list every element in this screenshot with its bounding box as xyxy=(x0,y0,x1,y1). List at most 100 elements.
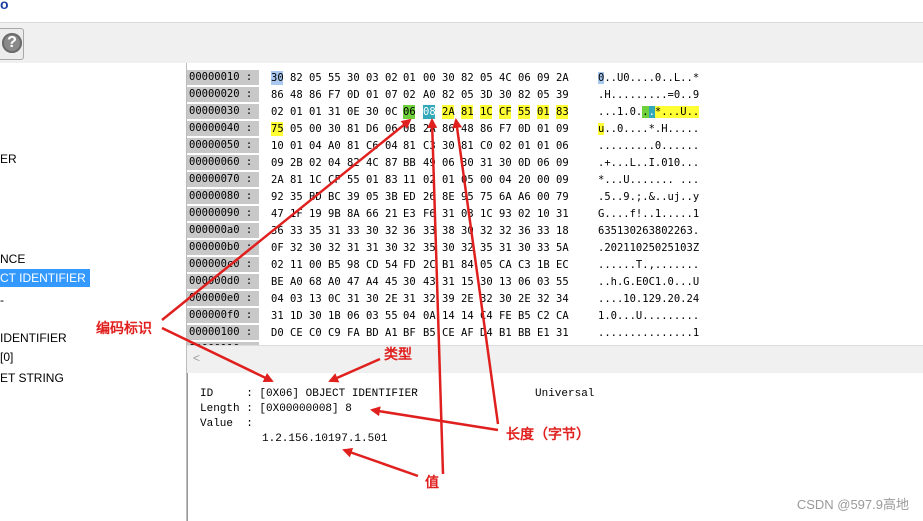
hex-byte[interactable]: 06 xyxy=(518,71,531,85)
hex-byte[interactable]: 04 xyxy=(403,309,416,323)
hex-byte[interactable]: FE xyxy=(499,309,512,323)
hex-byte[interactable]: D4 xyxy=(480,326,493,340)
hex-byte[interactable]: 30 xyxy=(480,275,493,289)
hex-byte[interactable]: 83 xyxy=(556,105,569,119)
hex-byte[interactable]: 34 xyxy=(556,292,569,306)
hex-byte[interactable]: 00 xyxy=(309,122,322,136)
hex-byte[interactable]: 82 xyxy=(518,88,531,102)
hex-byte[interactable]: BF xyxy=(403,326,416,340)
hex-byte[interactable]: 1C xyxy=(309,173,322,187)
hex-byte[interactable]: 0F xyxy=(271,241,284,255)
hex-byte[interactable]: 05 xyxy=(461,173,474,187)
hex-byte[interactable]: 81 xyxy=(461,139,474,153)
hex-byte[interactable]: 18 xyxy=(556,224,569,238)
hex-byte[interactable]: 54 xyxy=(385,258,398,272)
hex-byte[interactable]: E3 xyxy=(403,207,416,221)
hex-byte[interactable]: 01 xyxy=(366,173,379,187)
hex-byte[interactable]: 05 xyxy=(480,258,493,272)
tree-node[interactable]: ER xyxy=(0,150,17,168)
hex-byte[interactable]: 09 xyxy=(556,173,569,187)
hex-byte[interactable]: 33 xyxy=(347,224,360,238)
hex-byte[interactable]: 05 xyxy=(366,190,379,204)
hex-byte[interactable]: 86 xyxy=(271,88,284,102)
hex-byte[interactable]: 39 xyxy=(556,88,569,102)
hex-byte[interactable]: 05 xyxy=(537,88,550,102)
hex-byte[interactable]: 0B xyxy=(403,122,416,136)
hex-byte[interactable]: 31 xyxy=(347,241,360,255)
hex-byte[interactable]: 81 xyxy=(347,139,360,153)
hex-byte[interactable]: 32 xyxy=(385,224,398,238)
hex-byte[interactable]: 30 xyxy=(328,122,341,136)
hex-byte[interactable]: B5 xyxy=(423,326,436,340)
hex-byte[interactable]: 47 xyxy=(271,207,284,221)
hex-byte[interactable]: 02 xyxy=(423,173,436,187)
hex-byte[interactable]: 31 xyxy=(499,241,512,255)
hex-byte[interactable]: 9B xyxy=(328,207,341,221)
hex-byte[interactable]: 00 xyxy=(480,173,493,187)
hex-byte[interactable]: 30 xyxy=(366,292,379,306)
hex-byte[interactable]: 55 xyxy=(328,71,341,85)
hex-byte[interactable]: 93 xyxy=(499,207,512,221)
hex-byte[interactable]: 75 xyxy=(480,190,493,204)
hex-byte[interactable]: 92 xyxy=(271,190,284,204)
tree-node[interactable]: NCE xyxy=(0,250,25,268)
hex-byte[interactable]: B1 xyxy=(442,258,455,272)
hex-byte[interactable]: 30 xyxy=(461,156,474,170)
hex-byte[interactable]: 86 xyxy=(480,122,493,136)
hex-byte[interactable]: 08 xyxy=(423,105,436,119)
hex-byte[interactable]: F6 xyxy=(423,207,436,221)
hex-byte[interactable]: 06 xyxy=(442,156,455,170)
hex-byte[interactable]: CF xyxy=(499,105,512,119)
hex-byte[interactable]: C6 xyxy=(366,139,379,153)
asn1-tree-pane[interactable]: ER NCE CT IDENTIFIER - IDENTIFIER [0] ET STRI… xyxy=(0,63,187,521)
hex-byte[interactable]: 31 xyxy=(556,207,569,221)
tree-node[interactable]: CT IDENTIFIER xyxy=(0,269,90,287)
hex-byte[interactable]: 48 xyxy=(461,122,474,136)
hex-byte[interactable]: 84 xyxy=(461,258,474,272)
hex-byte[interactable]: CF xyxy=(328,173,341,187)
hex-byte[interactable]: 30 xyxy=(499,292,512,306)
hex-byte[interactable]: 03 xyxy=(290,292,303,306)
hex-byte[interactable]: 2A xyxy=(556,71,569,85)
hex-byte[interactable]: 06 xyxy=(347,309,360,323)
hex-byte[interactable]: 33 xyxy=(290,224,303,238)
hex-byte[interactable]: 30 xyxy=(366,105,379,119)
hex-byte[interactable]: 36 xyxy=(271,224,284,238)
hex-byte[interactable]: AF xyxy=(461,326,474,340)
hex-byte[interactable]: 1B xyxy=(328,309,341,323)
hex-byte[interactable]: A1 xyxy=(385,326,398,340)
hex-byte[interactable]: C0 xyxy=(309,326,322,340)
hex-byte[interactable]: BE xyxy=(271,275,284,289)
hex-byte[interactable]: 35 xyxy=(480,241,493,255)
hex-byte[interactable]: 82 xyxy=(461,71,474,85)
hex-byte[interactable]: 30 xyxy=(442,139,455,153)
hex-byte[interactable]: 0A xyxy=(423,309,436,323)
hex-byte[interactable]: 1D xyxy=(290,309,303,323)
hex-byte[interactable]: C2 xyxy=(537,309,550,323)
hex-byte[interactable]: 31 xyxy=(328,105,341,119)
pane-splitter[interactable]: < xyxy=(187,345,923,374)
hex-byte[interactable]: 01 xyxy=(442,173,455,187)
hex-byte[interactable]: ED xyxy=(403,190,416,204)
hex-byte[interactable]: 30 xyxy=(271,71,284,85)
hex-byte[interactable]: 0D xyxy=(518,122,531,136)
hex-byte[interactable]: 20 xyxy=(518,173,531,187)
hex-byte[interactable]: 75 xyxy=(271,122,284,136)
hex-byte[interactable]: 30 xyxy=(499,156,512,170)
hex-byte[interactable]: CE xyxy=(290,326,303,340)
hex-byte[interactable]: 11 xyxy=(290,258,303,272)
hex-byte[interactable]: 8E xyxy=(442,190,455,204)
hex-byte[interactable]: 30 xyxy=(461,224,474,238)
hex-dump-pane[interactable]: 00000010 : 30 82 05 55 30 03 02 01 00 30 82 05 4C 06 09… xyxy=(187,63,923,357)
hex-byte[interactable]: 32 xyxy=(328,241,341,255)
hex-byte[interactable]: 06 xyxy=(518,275,531,289)
hex-byte[interactable]: 32 xyxy=(480,292,493,306)
hex-byte[interactable]: CD xyxy=(366,258,379,272)
hex-byte[interactable]: 32 xyxy=(537,292,550,306)
hex-byte[interactable]: 06 xyxy=(403,105,416,119)
hex-byte[interactable]: 01 xyxy=(537,105,550,119)
hex-byte[interactable]: 00 xyxy=(309,258,322,272)
hex-byte[interactable]: 02 xyxy=(385,71,398,85)
hex-byte[interactable]: 32 xyxy=(290,241,303,255)
hex-byte[interactable]: 0D xyxy=(518,156,531,170)
